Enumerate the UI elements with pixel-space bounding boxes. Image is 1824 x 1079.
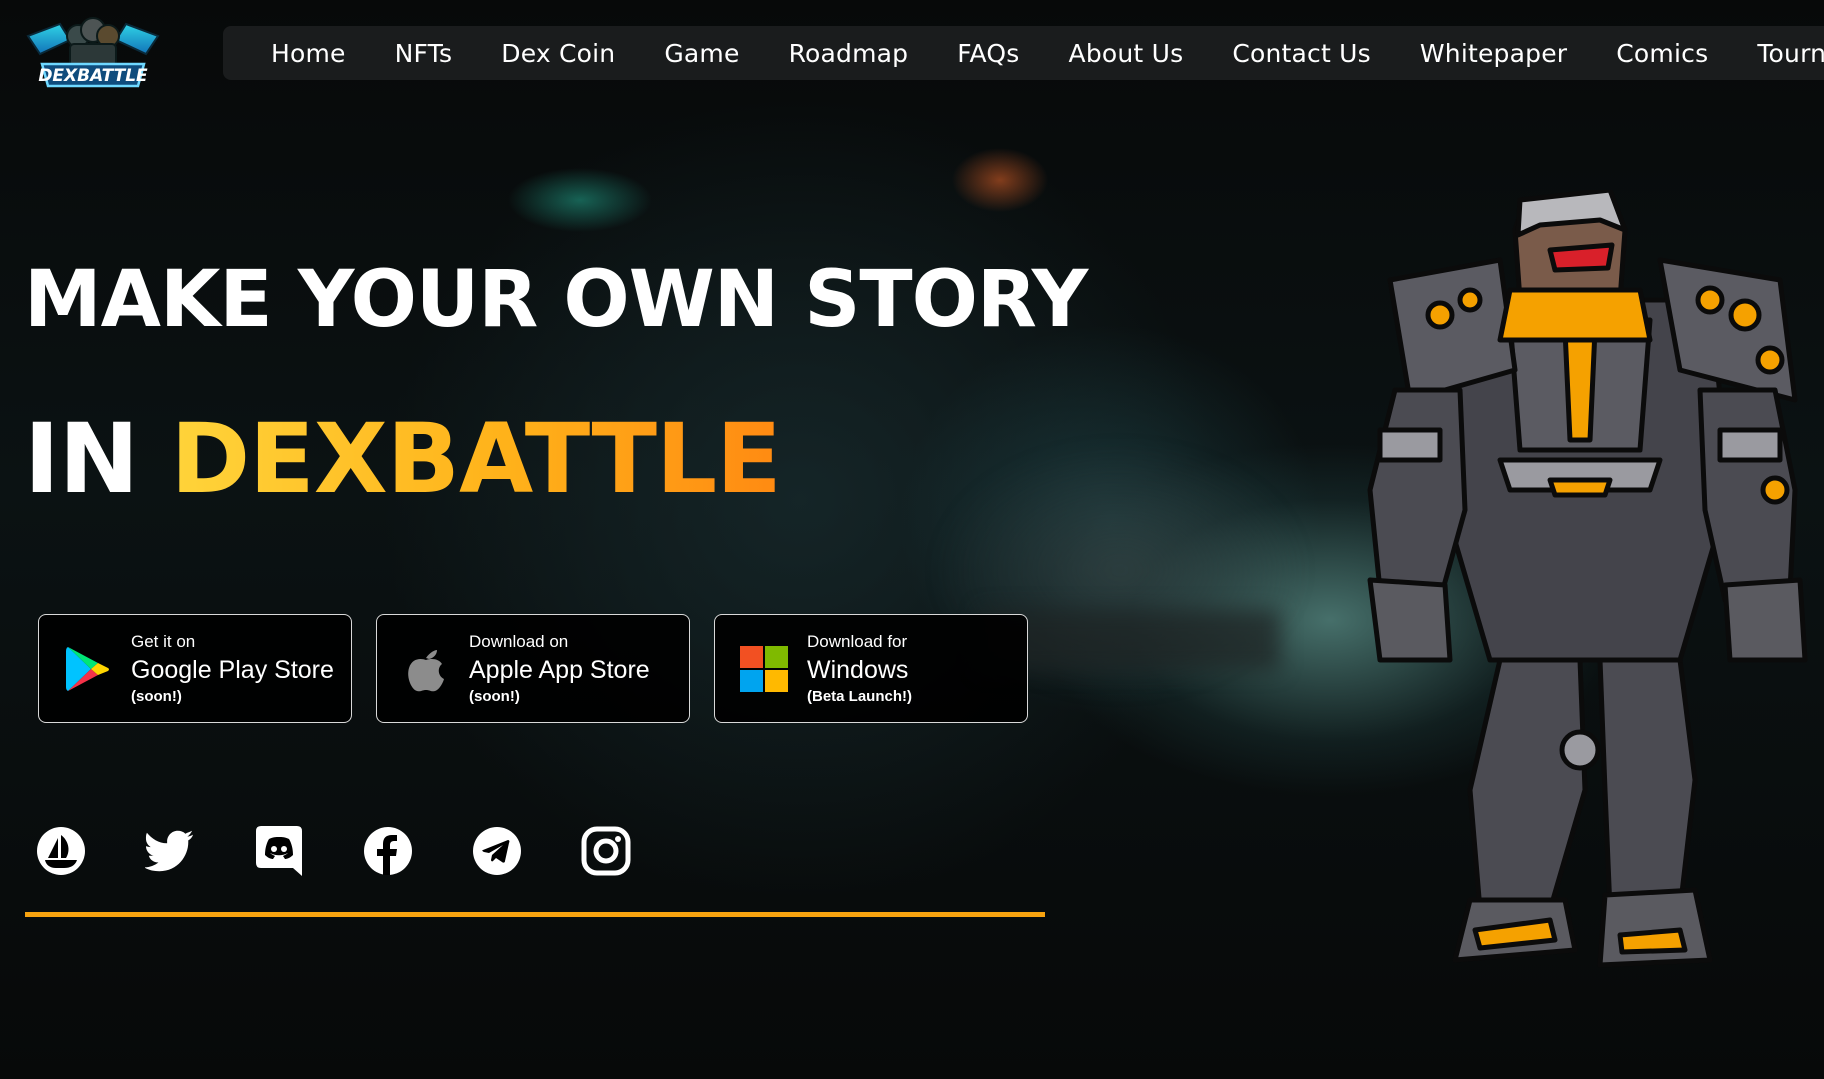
svg-text:DEXBATTLE: DEXBATTLE <box>38 66 148 86</box>
nav-item-about-us[interactable]: About Us <box>1069 39 1184 68</box>
store-button-title: Apple App Store <box>469 655 650 684</box>
facebook-icon[interactable] <box>363 826 413 876</box>
armored-hero-character-illustration <box>1350 187 1820 1030</box>
store-button-note: (soon!) <box>469 687 520 705</box>
nav-item-comics[interactable]: Comics <box>1616 39 1708 68</box>
nav-item-roadmap[interactable]: Roadmap <box>789 39 909 68</box>
apple-app-store-button[interactable]: Download on Apple App Store (soon!) <box>376 614 690 723</box>
nav-item-dex-coin[interactable]: Dex Coin <box>501 39 615 68</box>
nav-item-tournam[interactable]: Tournam <box>1757 39 1824 68</box>
store-buttons: Get it on Google Play Store (soon!) Down… <box>38 614 1028 723</box>
windows-icon <box>739 644 789 694</box>
page: DEXBATTLE Home NFTs Dex Coin Game Roadmap FAQ… <box>0 0 1824 1079</box>
google-play-icon <box>63 644 113 694</box>
store-button-note: (Beta Launch!) <box>807 687 912 705</box>
store-button-title: Windows <box>807 655 909 684</box>
store-button-caption: Download for <box>807 631 908 651</box>
discord-icon[interactable] <box>254 826 304 876</box>
hero-headline-accent: DEXBATTLE <box>170 403 781 515</box>
nav-item-game[interactable]: Game <box>664 39 739 68</box>
hero-headline-line2: IN DEXBATTLE <box>24 403 782 515</box>
nav-item-nfts[interactable]: NFTs <box>395 39 453 68</box>
hero-headline-prefix: IN <box>24 403 171 515</box>
store-button-caption: Get it on <box>131 631 196 651</box>
store-button-caption: Download on <box>469 631 569 651</box>
main-navbar: Home NFTs Dex Coin Game Roadmap FAQs About Us C… <box>223 26 1824 80</box>
nav-item-home[interactable]: Home <box>271 39 346 68</box>
twitter-icon[interactable] <box>145 826 195 876</box>
google-play-store-button[interactable]: Get it on Google Play Store (soon!) <box>38 614 352 723</box>
nav-item-whitepaper[interactable]: Whitepaper <box>1420 39 1567 68</box>
nav-item-contact-us[interactable]: Contact Us <box>1232 39 1371 68</box>
apple-icon <box>401 644 451 694</box>
store-button-title: Google Play Store <box>131 655 334 684</box>
hero-headline-line1: MAKE YOUR OWN STORY <box>24 255 1088 345</box>
hero-divider <box>25 912 1045 917</box>
nav-item-faqs[interactable]: FAQs <box>957 39 1019 68</box>
telegram-icon[interactable] <box>472 826 522 876</box>
windows-download-button[interactable]: Download for Windows (Beta Launch!) <box>714 614 1028 723</box>
opensea-icon[interactable] <box>36 826 86 876</box>
instagram-icon[interactable] <box>581 826 631 876</box>
store-button-note: (soon!) <box>131 687 182 705</box>
logo-emblem-icon: DEXBATTLE <box>26 17 160 88</box>
dexbattle-logo[interactable]: DEXBATTLE <box>20 6 166 96</box>
social-links <box>36 826 631 876</box>
